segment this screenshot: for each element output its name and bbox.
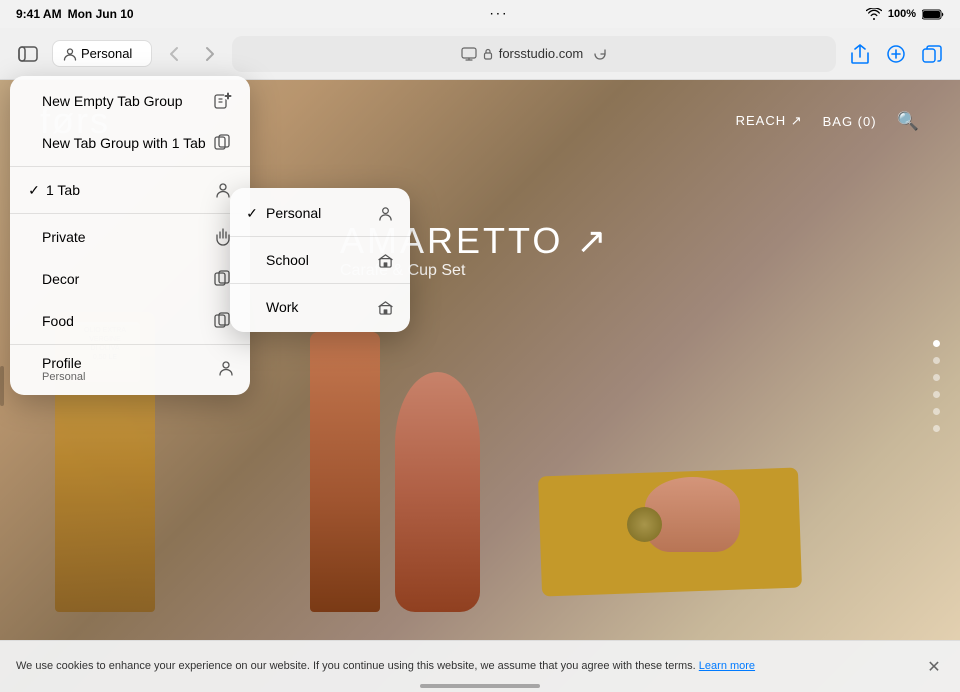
- new-tab-button[interactable]: [880, 38, 912, 70]
- address-bar[interactable]: forsstudio.com: [232, 36, 836, 72]
- cookie-text: We use cookies to enhance your experienc…: [16, 659, 916, 673]
- battery-icon: [922, 9, 944, 20]
- profile-subtitle-label: Personal: [42, 371, 218, 383]
- tab-plus-icon: [212, 90, 234, 112]
- food-label: Food: [42, 313, 212, 329]
- check-1tab: ✓: [26, 182, 42, 199]
- tab-dropdown: New Empty Tab Group New Tab Group with 1…: [10, 76, 250, 395]
- decor-label: Decor: [42, 271, 212, 287]
- vase-decoration: [310, 332, 380, 612]
- 1-tab-item[interactable]: ✓ 1 Tab: [10, 169, 250, 211]
- date: Mon Jun 10: [68, 7, 134, 21]
- tab-switcher-button[interactable]: [916, 38, 948, 70]
- profile-tab-label: Personal: [81, 46, 132, 61]
- home-indicator: [420, 684, 540, 688]
- divider-3: [10, 344, 250, 345]
- reload-icon[interactable]: [593, 47, 607, 61]
- battery: 100%: [888, 8, 916, 20]
- check-personal: ✓: [244, 205, 260, 222]
- personal-label: Personal: [260, 205, 374, 221]
- person-icon-personal: [374, 202, 396, 224]
- new-empty-tab-group-item[interactable]: New Empty Tab Group: [10, 80, 250, 122]
- submenu-divider-2: [230, 283, 410, 284]
- private-item[interactable]: Private: [10, 216, 250, 258]
- time: 9:41 AM: [16, 7, 62, 21]
- school-profile-item[interactable]: School: [230, 239, 410, 281]
- work-icon: [374, 296, 396, 318]
- profile-text: Profile Personal: [42, 355, 218, 383]
- pagination-dot-3: [933, 374, 940, 381]
- pagination-dot-2: [933, 357, 940, 364]
- profile-item[interactable]: Profile Personal: [10, 347, 250, 391]
- display-icon: [461, 47, 477, 61]
- dots: ···: [490, 9, 509, 20]
- status-center: ···: [490, 9, 509, 20]
- carafe-decoration: [395, 372, 480, 612]
- cookie-close-button[interactable]: ✕: [924, 657, 944, 677]
- person-icon-profile: [218, 360, 234, 379]
- new-tab-group-with-1-tab-item[interactable]: New Tab Group with 1 Tab: [10, 122, 250, 164]
- 1-tab-label: 1 Tab: [46, 182, 212, 198]
- pagination-dot-4: [933, 391, 940, 398]
- pagination-dot-6: [933, 425, 940, 432]
- url-display: forsstudio.com: [499, 46, 584, 61]
- school-label: School: [260, 252, 374, 268]
- nav-bag[interactable]: BAG (0): [823, 114, 877, 129]
- pagination-dots: [933, 340, 940, 432]
- personal-profile-item[interactable]: ✓ Personal: [230, 192, 410, 234]
- toolbar-right: [844, 38, 948, 70]
- browser-chrome: Personal forsstudio.com: [0, 28, 960, 80]
- divider-1: [10, 166, 250, 167]
- divider-2: [10, 213, 250, 214]
- share-button[interactable]: [844, 38, 876, 70]
- forward-button[interactable]: [196, 40, 224, 68]
- site-nav: REACH ↗ BAG (0) 🔍: [736, 111, 920, 132]
- status-bar: 9:41 AM Mon Jun 10 ··· 100%: [0, 0, 960, 28]
- nav-search[interactable]: 🔍: [897, 111, 920, 132]
- work-label: Work: [260, 299, 374, 315]
- status-left: 9:41 AM Mon Jun 10: [16, 7, 134, 21]
- cookie-learn-more[interactable]: Learn more: [699, 660, 755, 672]
- profile-submenu: ✓ Personal School Work: [230, 188, 410, 332]
- pagination-dot-1: [933, 340, 940, 347]
- school-icon: [374, 249, 396, 271]
- work-profile-item[interactable]: Work: [230, 286, 410, 328]
- decor-item[interactable]: Decor: [10, 258, 250, 300]
- tab-copy-icon: [212, 132, 234, 154]
- sidebar-button[interactable]: [12, 38, 44, 70]
- pagination-dot-5: [933, 408, 940, 415]
- new-empty-tab-group-label: New Empty Tab Group: [42, 93, 212, 109]
- lock-icon: [483, 48, 493, 60]
- food-item[interactable]: Food: [10, 300, 250, 342]
- submenu-divider-1: [230, 236, 410, 237]
- back-button[interactable]: [160, 40, 188, 68]
- wifi-icon: [866, 8, 882, 20]
- fruit-decoration: [627, 507, 662, 542]
- nav-reach[interactable]: REACH ↗: [736, 113, 803, 129]
- private-label: Private: [42, 229, 212, 245]
- person-icon: [63, 47, 77, 61]
- status-right: 100%: [866, 8, 944, 20]
- new-tab-group-label: New Tab Group with 1 Tab: [42, 135, 212, 151]
- profile-title-label: Profile: [42, 355, 218, 371]
- profile-tab[interactable]: Personal: [52, 40, 152, 67]
- sidebar-handle[interactable]: [0, 366, 4, 406]
